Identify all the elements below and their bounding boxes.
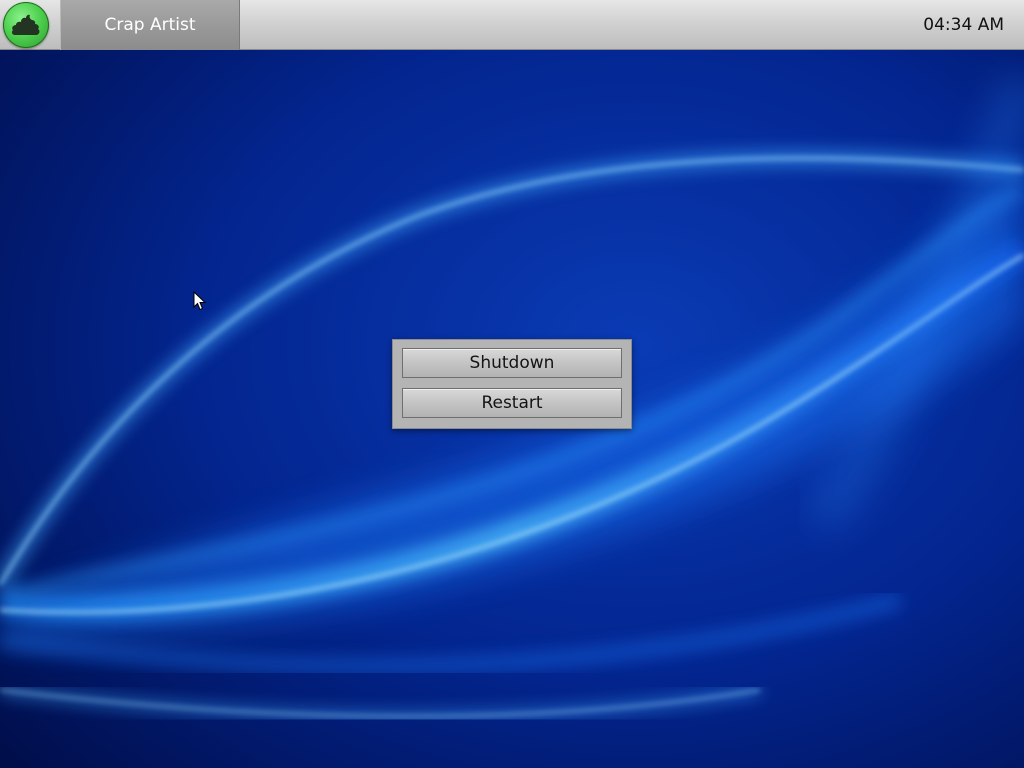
taskbar-window-title: Crap Artist [104,15,196,35]
shutdown-button-label: Shutdown [469,353,555,373]
clock-time: 04:34 AM [923,15,1004,35]
restart-button-label: Restart [481,393,543,413]
poop-icon [11,14,40,36]
desktop[interactable]: Crap Artist 04:34 AM Shutdown Restart [0,0,1024,768]
clock[interactable]: 04:34 AM [923,0,1004,50]
shutdown-dialog: Shutdown Restart [392,339,632,429]
taskbar: Crap Artist 04:34 AM [0,0,1024,50]
start-button[interactable] [0,0,52,50]
taskbar-window-button[interactable]: Crap Artist [60,0,240,50]
restart-button[interactable]: Restart [402,388,622,418]
shutdown-button[interactable]: Shutdown [402,348,622,378]
start-orb [3,2,49,48]
mouse-pointer-icon [193,291,207,311]
